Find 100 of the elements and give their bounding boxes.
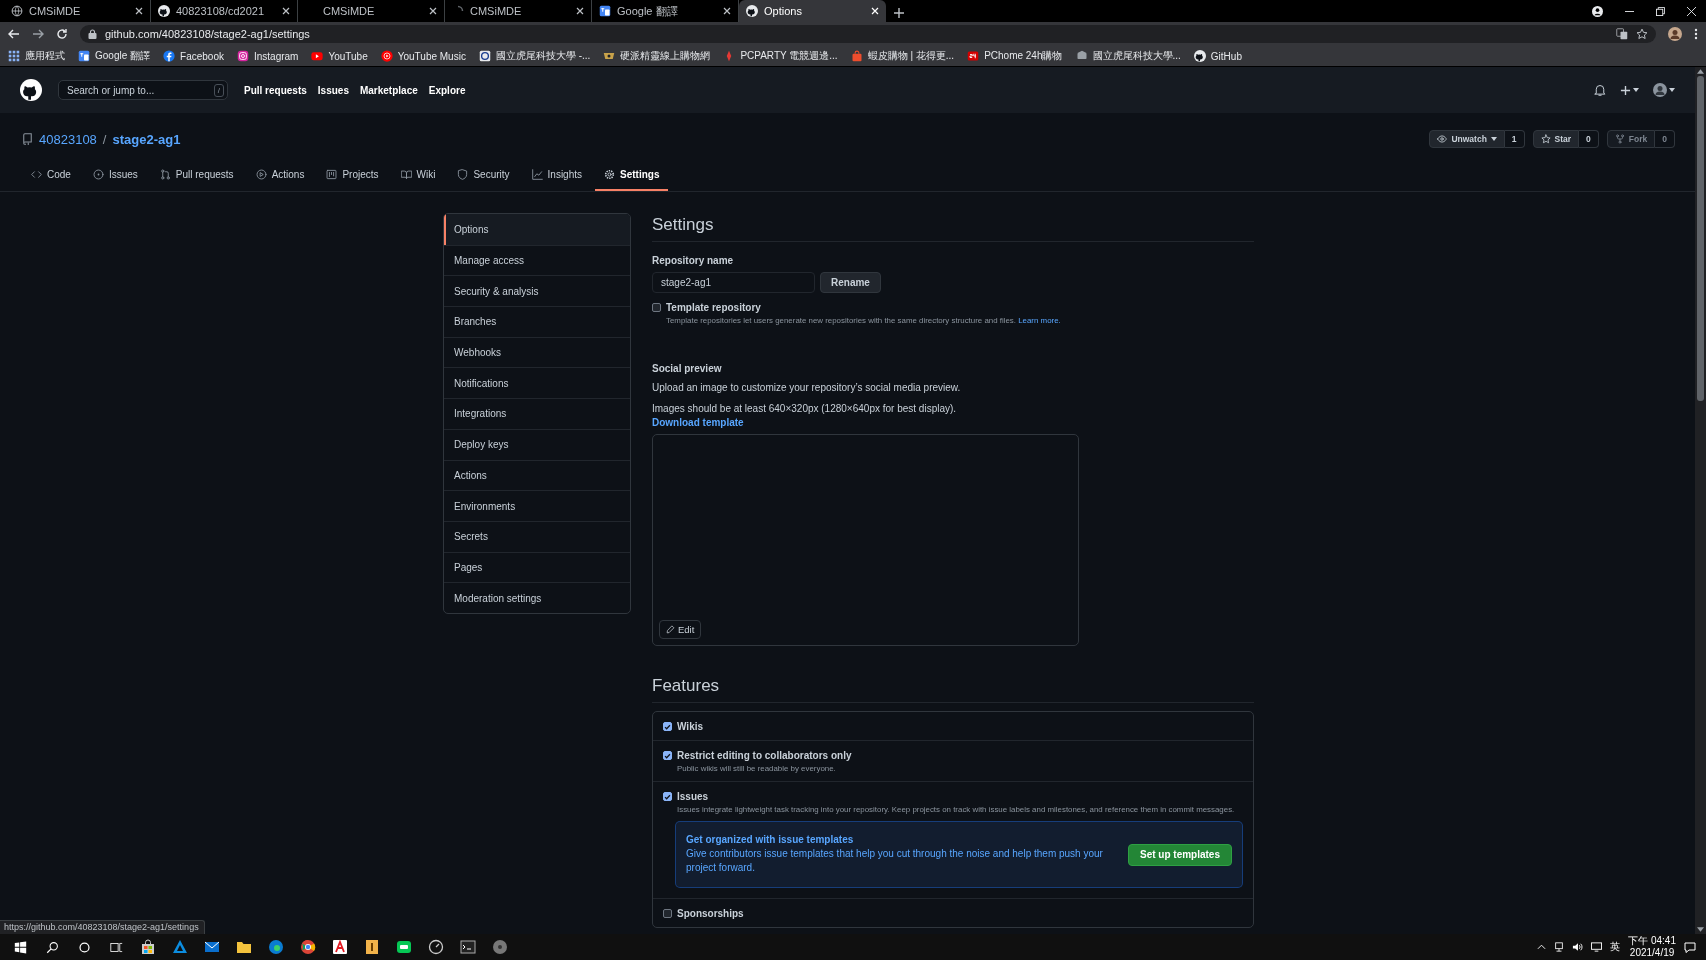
menu-item[interactable]: Manage access	[444, 244, 630, 276]
ring-icon[interactable]	[77, 940, 91, 954]
bookmark[interactable]: PCPARTY 電競週邊...	[723, 49, 838, 63]
owner-link[interactable]: 40823108	[39, 131, 97, 147]
bookmark[interactable]: 應用程式	[8, 49, 65, 63]
menu-item[interactable]: Branches	[444, 306, 630, 337]
terminal-icon[interactable]	[460, 939, 476, 955]
pdf-app-icon[interactable]	[332, 939, 348, 955]
back-icon[interactable]	[8, 28, 20, 40]
search-icon[interactable]	[45, 940, 59, 954]
menu-item[interactable]: Notifications	[444, 367, 630, 399]
speaker-icon[interactable]	[1572, 942, 1584, 952]
bookmark[interactable]: 蝦皮購物 | 花得更...	[850, 49, 955, 63]
restore-icon[interactable]	[1656, 6, 1665, 16]
logo-icon[interactable]	[20, 79, 42, 101]
triangle-logo-icon[interactable]	[172, 939, 188, 955]
translate-icon[interactable]	[1616, 28, 1628, 40]
menu-item[interactable]: Deploy keys	[444, 428, 630, 460]
menu-item[interactable]: Environments	[444, 490, 630, 521]
close-icon[interactable]	[723, 7, 731, 15]
rename-button[interactable]: Rename	[820, 272, 881, 293]
close-icon[interactable]	[429, 7, 437, 15]
input-method-indicator[interactable]: 英	[1610, 940, 1621, 954]
close-icon[interactable]	[135, 7, 143, 15]
bookmark[interactable]: PChome 24h購物	[967, 49, 1063, 63]
clock[interactable]: 下午 04:41 2021/4/19	[1628, 935, 1676, 959]
profile-icon[interactable]	[1592, 5, 1603, 17]
checkbox[interactable]	[663, 751, 672, 760]
app-icon[interactable]	[364, 939, 380, 955]
address-bar[interactable]: github.com/40823108/stage2-ag1/settings	[80, 25, 1656, 43]
checkbox[interactable]	[652, 303, 661, 312]
bookmark[interactable]: GitHub	[1193, 50, 1242, 62]
scroll-thumb[interactable]	[1697, 76, 1704, 401]
repo-tab[interactable]: Actions	[246, 159, 314, 191]
checkbox[interactable]	[663, 909, 672, 918]
repository-link[interactable]: stage2-ag1	[112, 131, 181, 147]
repo-tab[interactable]: Settings	[595, 159, 669, 191]
avatar-icon[interactable]	[1668, 27, 1682, 41]
repo-tab[interactable]: Wiki	[391, 159, 445, 191]
nav-link[interactable]: Marketplace	[359, 84, 418, 96]
star-icon[interactable]	[1636, 28, 1648, 40]
task-view-icon[interactable]	[109, 940, 123, 954]
create-menu[interactable]	[1620, 84, 1639, 96]
display-icon[interactable]	[1591, 942, 1603, 952]
menu-item[interactable]: Security & analysis	[444, 275, 630, 307]
nav-link[interactable]: Pull requests	[244, 84, 307, 96]
menu-item[interactable]: Integrations	[444, 398, 630, 429]
menu-item[interactable]: Pages	[444, 551, 630, 583]
checkbox[interactable]	[663, 722, 672, 731]
chat-app-icon[interactable]	[396, 939, 412, 955]
menu-item[interactable]: Options	[444, 214, 630, 245]
envelope-icon[interactable]	[204, 939, 220, 955]
repo-tab[interactable]: Pull requests	[150, 159, 243, 191]
star-button[interactable]: Star	[1532, 130, 1580, 148]
nav-link[interactable]: Explore	[428, 84, 466, 96]
bookmark[interactable]: Google 翻譯	[78, 49, 151, 63]
notification-icon[interactable]	[1684, 941, 1696, 953]
start-icon[interactable]	[13, 940, 27, 954]
scroll-up-icon[interactable]	[1697, 69, 1704, 74]
new-tab-icon[interactable]	[894, 8, 904, 18]
reload-icon[interactable]	[56, 28, 68, 40]
browser-tab[interactable]: Options	[739, 0, 886, 22]
close-icon[interactable]	[282, 7, 290, 15]
repo-tab[interactable]: Security	[448, 159, 519, 191]
bookmark[interactable]: 國立虎尾科技大學...	[1075, 49, 1181, 63]
disc-icon[interactable]	[492, 939, 508, 955]
browser-icon[interactable]	[268, 939, 284, 955]
nav-link[interactable]: Issues	[317, 84, 349, 96]
bag-icon[interactable]	[140, 939, 156, 955]
menu-item[interactable]: Moderation settings	[444, 582, 630, 613]
folder-icon[interactable]	[236, 939, 252, 955]
menu-dots-icon[interactable]	[1694, 28, 1698, 40]
bell-icon[interactable]	[1594, 84, 1606, 96]
bookmark[interactable]: Instagram	[236, 50, 299, 62]
repo-tab[interactable]: Projects	[317, 159, 388, 191]
bookmark[interactable]: 國立虎尾科技大學 -...	[478, 49, 591, 63]
edit-button[interactable]: Edit	[659, 620, 702, 639]
user-menu[interactable]	[1653, 83, 1675, 97]
close-icon[interactable]	[576, 7, 584, 15]
forward-icon[interactable]	[32, 28, 44, 40]
menu-item[interactable]: Actions	[444, 459, 630, 491]
bookmark[interactable]: 硬派精靈線上購物網	[603, 49, 711, 63]
repo-tab[interactable]: Code	[22, 159, 80, 191]
set-up-templates-button[interactable]: Set up templates	[1127, 843, 1232, 866]
watch-button[interactable]: Unwatch	[1429, 130, 1505, 148]
download-template-link[interactable]: Download template	[652, 417, 744, 428]
repository-name-field[interactable]: stage2-ag1	[652, 272, 815, 293]
repo-tab[interactable]: Insights	[522, 159, 592, 191]
menu-item[interactable]: Secrets	[444, 520, 630, 552]
repo-tab[interactable]: Issues	[83, 159, 147, 191]
network-icon[interactable]	[1554, 942, 1565, 952]
browser-icon[interactable]	[300, 939, 316, 955]
bookmark[interactable]: Facebook	[163, 50, 224, 62]
checkbox[interactable]	[663, 792, 672, 801]
dial-icon[interactable]	[428, 939, 444, 955]
chevron-up-icon[interactable]	[1537, 944, 1547, 950]
bookmark[interactable]: YouTube	[311, 50, 368, 62]
scrollbar[interactable]	[1695, 67, 1706, 934]
bookmark[interactable]: YouTube Music	[380, 50, 466, 62]
menu-item[interactable]: Webhooks	[444, 336, 630, 368]
